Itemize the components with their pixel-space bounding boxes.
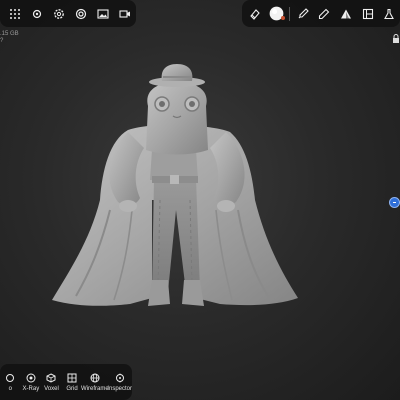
top-left-toolbar bbox=[0, 0, 136, 27]
flask-icon[interactable] bbox=[378, 0, 400, 27]
bottom-item-label: X-Ray bbox=[22, 385, 40, 392]
voxel-button[interactable]: Voxel bbox=[41, 364, 62, 400]
bottom-item-label: Grid bbox=[66, 385, 78, 392]
voxel-icon bbox=[46, 372, 56, 383]
wireframe-icon bbox=[90, 373, 100, 382]
memory-sub: ? bbox=[0, 38, 4, 44]
brush-icon[interactable] bbox=[292, 0, 314, 27]
grid-icon bbox=[67, 373, 77, 382]
bottom-item-label: Inspector bbox=[107, 385, 132, 392]
inspector-icon bbox=[115, 373, 124, 382]
sculpt-model[interactable] bbox=[40, 60, 310, 320]
material-indicator bbox=[280, 16, 285, 20]
grid-icon[interactable] bbox=[4, 0, 26, 27]
bottom-item-label: Wireframe bbox=[80, 385, 109, 392]
toolbar-divider bbox=[289, 6, 291, 21]
image-icon[interactable] bbox=[92, 0, 114, 27]
lock-icon[interactable] bbox=[392, 34, 400, 44]
triangle-icon[interactable] bbox=[335, 0, 357, 27]
wireframe-button[interactable]: Wireframe bbox=[80, 364, 109, 400]
top-right-toolbar bbox=[242, 0, 400, 27]
partial-icon bbox=[6, 373, 15, 382]
eyedropper-icon[interactable] bbox=[314, 0, 336, 27]
inspector-button[interactable]: Inspector bbox=[107, 364, 132, 400]
eraser-icon[interactable] bbox=[244, 0, 266, 27]
xray-button[interactable]: X-Ray bbox=[21, 364, 42, 400]
xray-icon bbox=[26, 373, 36, 382]
target-icon[interactable] bbox=[70, 0, 92, 27]
memory-status: .15 GB ? bbox=[0, 31, 19, 45]
panel-toggle-handle[interactable] bbox=[389, 197, 400, 208]
sun-icon[interactable] bbox=[26, 0, 48, 27]
video-icon[interactable] bbox=[114, 0, 136, 27]
layers-icon[interactable] bbox=[357, 0, 379, 27]
bottom-item-label: Voxel bbox=[44, 385, 59, 392]
material-sphere-icon[interactable] bbox=[266, 0, 288, 27]
settings-icon[interactable] bbox=[48, 0, 70, 27]
grid-button[interactable]: Grid bbox=[62, 364, 83, 400]
view-mode-partial[interactable]: o bbox=[0, 364, 21, 400]
memory-value: .15 GB bbox=[0, 31, 19, 37]
bottom-toolbar: o X-Ray Voxel Grid Wireframe Inspector bbox=[0, 364, 132, 400]
bottom-item-label: o bbox=[8, 385, 12, 392]
